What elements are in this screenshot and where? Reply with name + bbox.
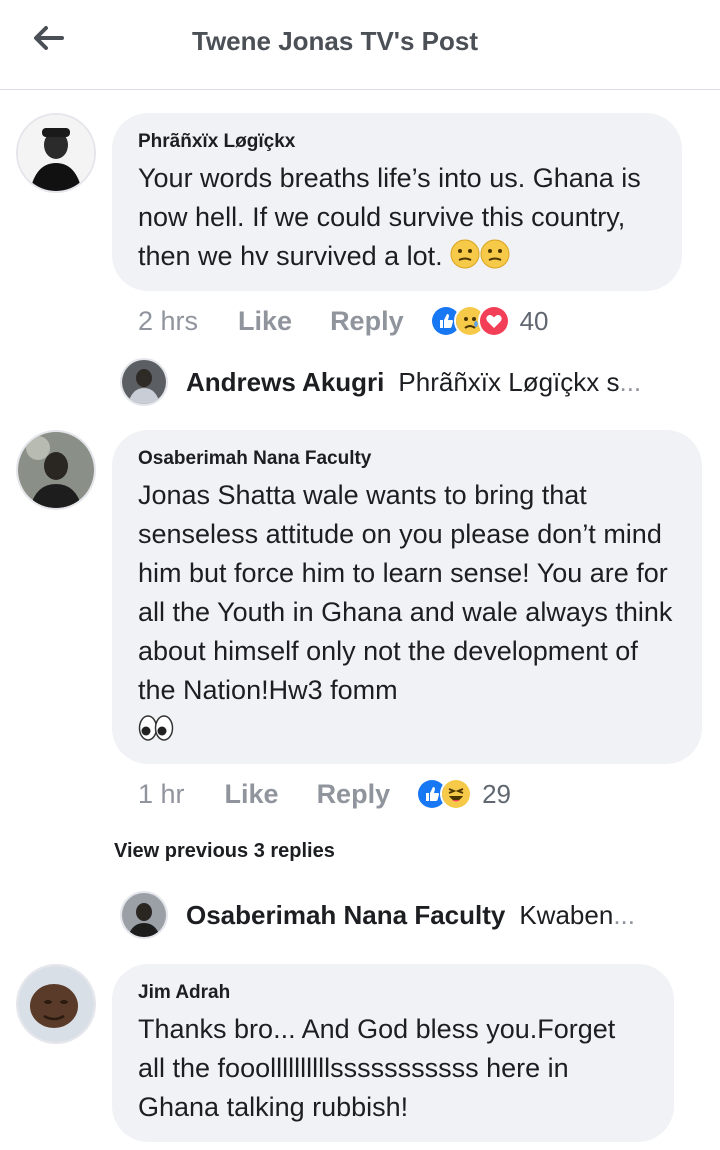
reply-button[interactable]: Reply	[330, 306, 404, 337]
avatar[interactable]	[16, 964, 96, 1044]
confused-face-icon	[450, 239, 480, 280]
like-button[interactable]: Like	[238, 306, 292, 337]
confused-face-icon	[480, 239, 510, 280]
avatar[interactable]	[16, 430, 96, 510]
page-title: Twene Jonas TV's Post	[192, 26, 478, 56]
reply-snippet: Kwaben	[519, 899, 614, 930]
comment-author[interactable]: Jim Adrah	[138, 982, 648, 1004]
avatar[interactable]	[120, 891, 168, 939]
love-reaction-icon	[477, 305, 510, 337]
top-bar: Twene Jonas TV's Post	[0, 0, 720, 90]
like-button[interactable]: Like	[225, 779, 279, 810]
reaction-icons[interactable]	[429, 305, 510, 337]
comment-body: Your words breaths life’s into us. Ghana…	[138, 163, 641, 271]
reply-preview[interactable]: Osaberimah Nana Faculty Kwaben...	[120, 891, 635, 939]
comment-text: Your words breaths life’s into us. Ghana…	[138, 159, 656, 280]
comment-time[interactable]: 2 hrs	[138, 306, 198, 337]
comment-bubble[interactable]: Osaberimah Nana Faculty Jonas Shatta wal…	[112, 430, 702, 764]
comment-meta: 2 hrs Like Reply 40	[138, 305, 549, 337]
comment-body: Jonas Shatta wale wants to bring that se…	[138, 480, 673, 705]
comment-text: Thanks bro... And God bless you.Forget a…	[138, 1014, 616, 1122]
comment-author[interactable]: Phrãñxïx Løgïçkx	[138, 131, 656, 153]
reply-button[interactable]: Reply	[317, 779, 391, 810]
comment-bubble[interactable]: Jim Adrah Thanks bro... And God bless yo…	[112, 964, 674, 1142]
comment-bubble[interactable]: Phrãñxïx Løgïçkx Your words breaths life…	[112, 113, 682, 291]
reply-ellipsis: ...	[613, 899, 635, 930]
comment-meta: 1 hr Like Reply 29	[138, 778, 511, 810]
reply-author[interactable]: Andrews Akugri	[186, 367, 384, 398]
reply-snippet: Phrãñxïx Løgïçkx s	[398, 366, 620, 397]
reply-preview[interactable]: Andrews Akugri Phrãñxïx Løgïçkx s...	[120, 358, 641, 406]
reaction-count[interactable]: 40	[520, 306, 549, 337]
haha-reaction-icon	[440, 778, 473, 810]
view-previous-replies-link[interactable]: View previous 3 replies	[114, 840, 335, 863]
reaction-count[interactable]: 29	[482, 779, 511, 810]
reply-ellipsis: ...	[619, 366, 642, 397]
avatar[interactable]	[120, 358, 168, 406]
avatar[interactable]	[16, 113, 96, 193]
reply-author[interactable]: Osaberimah Nana Faculty	[186, 900, 505, 931]
comment-time[interactable]: 1 hr	[138, 779, 185, 810]
comment-author[interactable]: Osaberimah Nana Faculty	[138, 448, 676, 470]
eyes-icon	[138, 714, 174, 753]
back-arrow-icon[interactable]	[28, 22, 68, 54]
reaction-icons[interactable]	[416, 778, 473, 810]
comment-text: Jonas Shatta wale wants to bring that se…	[138, 476, 676, 753]
